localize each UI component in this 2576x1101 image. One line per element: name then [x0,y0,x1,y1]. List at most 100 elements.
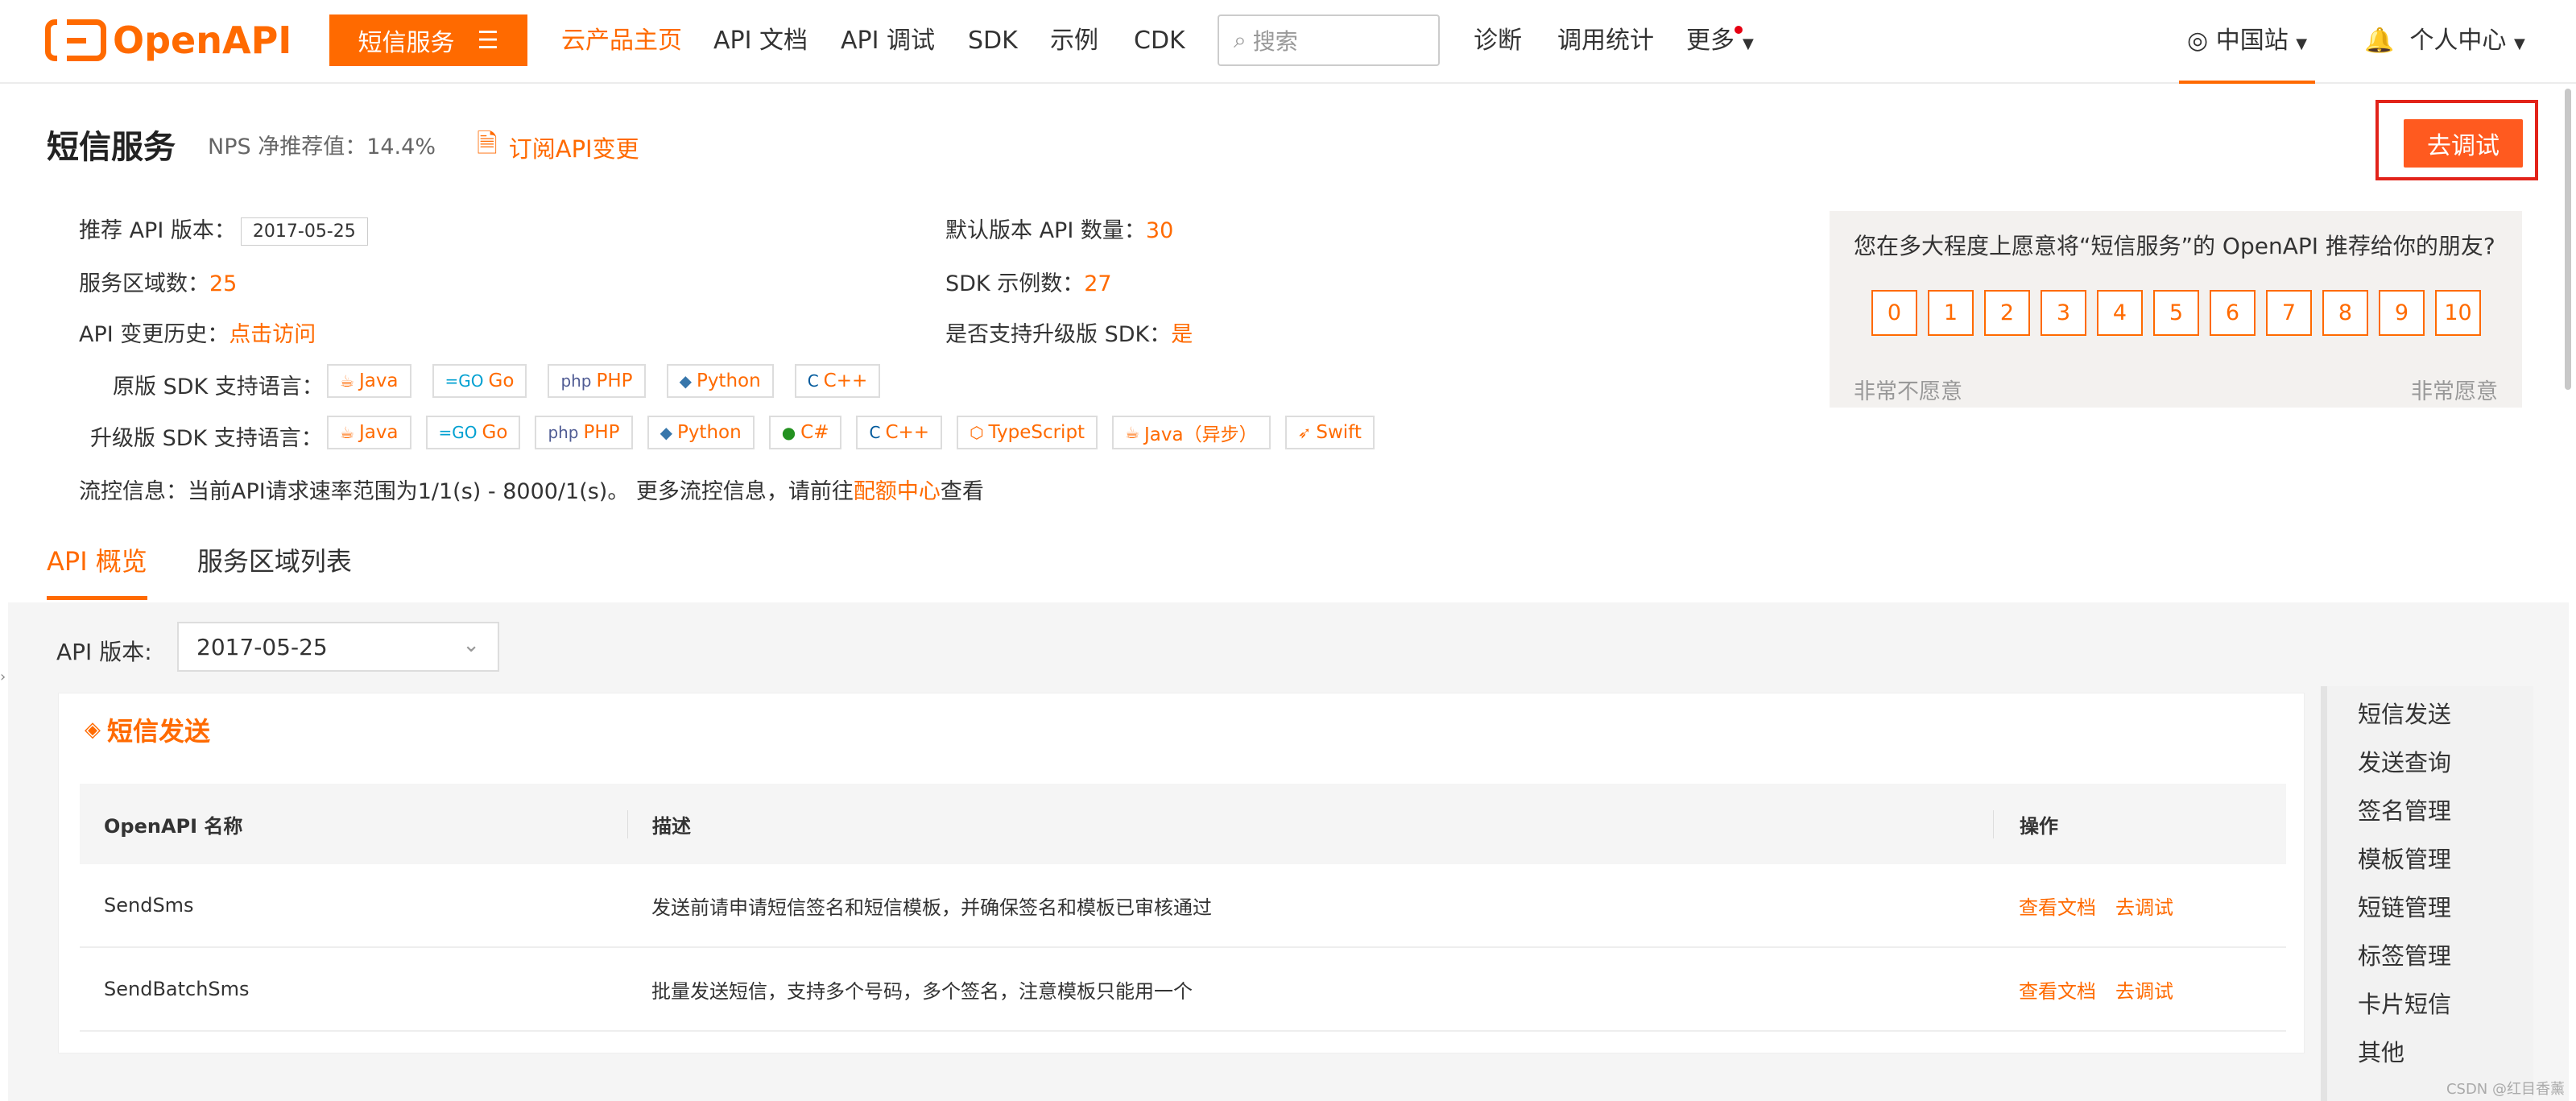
sdk-chip-php[interactable]: php PHP [548,364,646,398]
sdk-chip-java[interactable]: ☕ Java [327,416,411,449]
watermark: CSDN @红目香薰 [2446,1081,2565,1098]
api-actions: 查看文档 去调试 [1993,975,2286,1004]
sdk-chip-label: C++ [885,422,930,443]
go-debug-button[interactable]: 去调试 [2404,119,2523,168]
view-doc-link[interactable]: 查看文档 [2019,980,2096,1003]
score-button[interactable]: 1 [1928,290,1974,336]
debug-link[interactable]: 去调试 [2115,980,2173,1003]
caret-down-icon: ▼ [2296,35,2308,52]
score-button[interactable]: 9 [2379,290,2425,336]
upgrade-sdk-value: 是 [1171,322,1193,347]
tab-api-overview[interactable]: API 概览 [47,541,147,600]
api-group-title: ◈ 短信发送 [85,711,210,748]
java-icon: ☕ [340,423,354,442]
quota-center-link[interactable]: 配额中心 [854,479,941,504]
sdk-chip-go[interactable]: =GO Go [425,416,521,449]
sdk-chip-cpp[interactable]: C C++ [794,364,881,398]
search-placeholder: 搜索 [1252,28,1298,55]
php-icon: php [560,371,592,391]
default-api-count-label: 默认版本 API 数量： [945,218,1146,243]
search-icon: ⌕ [1234,27,1247,53]
score-button[interactable]: 5 [2153,290,2199,336]
subscribe-label: 订阅API变更 [508,135,639,163]
sidenav-item[interactable]: 模板管理 [2358,841,2451,875]
page-title: 短信服务 [47,129,176,166]
nav-api-docs[interactable]: API 文档 [713,0,808,82]
sidenav-item[interactable]: 短信发送 [2358,696,2451,730]
score-button[interactable]: 7 [2266,290,2312,336]
search-input[interactable]: ⌕ 搜索 [1218,14,1440,66]
api-history-label: API 变更历史： [79,322,229,347]
openapi-logo-icon [45,19,106,61]
table-row: SendSms 发送前请申请短信签名和短信模板，并确保签名和模板已审核通过 查看… [80,864,2286,948]
sidenav-item[interactable]: 标签管理 [2358,938,2451,971]
api-history-link[interactable]: 点击访问 [229,322,316,347]
col-name: OpenAPI 名称 [104,814,243,838]
service-menu-label: 短信服务 [358,29,455,57]
score-button[interactable]: 8 [2322,290,2368,336]
sdk-chip-label: Java（异步） [1144,424,1258,445]
tab-region-list[interactable]: 服务区域列表 [197,541,352,600]
sidenav-item[interactable]: 卡片短信 [2358,986,2451,1020]
user-center[interactable]: 🔔 个人中心 ▼ [2364,0,2525,82]
nav-api-debug[interactable]: API 调试 [841,0,935,82]
sdk-chip-label: C# [800,422,829,443]
score-button[interactable]: 3 [2041,290,2086,336]
region-selector[interactable]: ◎ 中国站 ▼ [2179,0,2316,84]
region-count-value: 25 [209,271,238,296]
score-button[interactable]: 2 [1984,290,2030,336]
sdk-chip-java[interactable]: ☕ Java [327,364,411,398]
api-version-select[interactable]: 2017-05-25 ⌄ [177,622,499,672]
survey-scores: 0 1 2 3 4 5 6 7 8 9 10 [1871,290,2481,336]
nav-call-stats[interactable]: 调用统计 [1557,0,1654,82]
sdk-chip-php[interactable]: php PHP [535,416,633,449]
cpp-icon: C [807,371,819,391]
sdk-chip-cpp[interactable]: C C++ [856,416,943,449]
sdk-chip-typescript[interactable]: ⬡ TypeScript [957,416,1098,449]
sdk-chip-go[interactable]: =GO Go [432,364,527,398]
nav-cdk[interactable]: CDK [1134,0,1185,82]
sdk-chip-csharp[interactable]: ● C# [768,416,842,449]
score-button[interactable]: 0 [1871,290,1917,336]
top-nav: OpenAPI 短信服务 ☰ 云产品主页 API 文档 API 调试 SDK 示… [0,0,2576,84]
notification-dot [1735,26,1743,34]
default-api-count-value: 30 [1145,218,1174,243]
orig-sdk-list: ☕ Java =GO Go php PHP ◆ Python C C++ [327,364,881,398]
openapi-logo[interactable]: OpenAPI [45,16,292,64]
sidenav-item[interactable]: 发送查询 [2358,744,2451,778]
bell-icon: 🔔 [2364,27,2395,55]
subscribe-api-changes[interactable]: 🗎 订阅API变更 [477,126,639,169]
debug-link[interactable]: 去调试 [2115,896,2173,919]
nav-product-home[interactable]: 云产品主页 [561,0,682,82]
sidenav-item[interactable]: 其他 [2358,1034,2404,1068]
sdk-chip-python[interactable]: ◆ Python [647,416,755,449]
page-scrollbar[interactable] [2565,89,2571,390]
sdk-chip-swift[interactable]: ➶ Swift [1284,416,1375,449]
service-menu-button[interactable]: 短信服务 ☰ [329,14,527,66]
nav-diagnose[interactable]: 诊断 [1474,0,1522,82]
api-version-value: 2017-05-25 [196,633,328,660]
orig-sdk-label: 原版 SDK 支持语言： [113,375,324,399]
col-desc: 描述 [627,809,1993,838]
sdk-chip-label: Go [482,422,508,443]
flow-control-text: 流控信息：当前API请求速率范围为1/1(s) - 8000/1(s)。 更多流… [79,479,854,504]
sdk-chip-label: Python [696,370,761,391]
nav-more[interactable]: 更多 ▼ [1686,0,1754,82]
score-button[interactable]: 6 [2210,290,2256,336]
sidenav-item[interactable]: 签名管理 [2358,793,2451,826]
score-button[interactable]: 10 [2435,290,2481,336]
java-icon: ☕ [1125,423,1140,442]
view-doc-link[interactable]: 查看文档 [2019,896,2096,919]
collapse-handle-icon[interactable]: › [0,668,6,685]
region-label: 中国站 [2215,27,2289,55]
sdk-chip-python[interactable]: ◆ Python [666,364,774,398]
nps-survey: 您在多大程度上愿意将“短信服务”的 OpenAPI 推荐给你的朋友? 0 1 2… [1830,211,2522,408]
sdk-chip-label: PHP [596,370,633,391]
score-button[interactable]: 4 [2097,290,2143,336]
sidenav-item[interactable]: 短链管理 [2358,889,2451,923]
sdk-chip-java-async[interactable]: ☕ Java（异步） [1112,416,1271,449]
api-name: SendBatchSms [104,978,250,1000]
sdk-example-count-label: SDK 示例数： [945,271,1085,296]
nav-examples[interactable]: 示例 [1050,0,1098,82]
nav-sdk[interactable]: SDK [968,0,1018,82]
